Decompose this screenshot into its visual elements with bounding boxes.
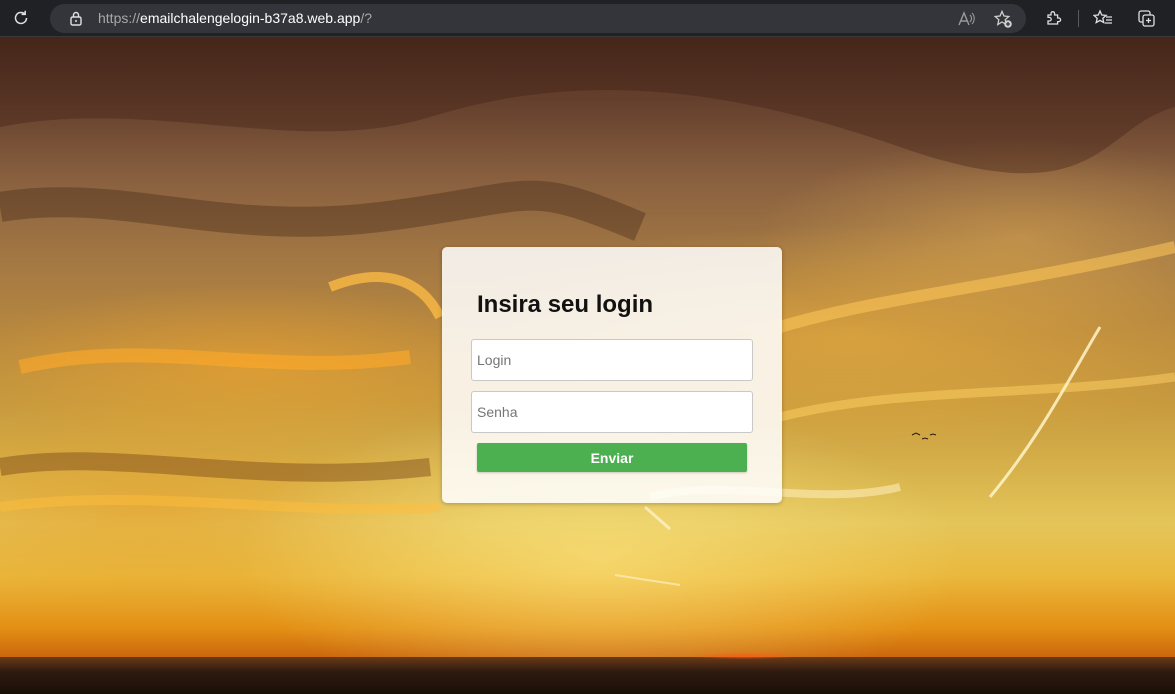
login-card: Insira seu login Enviar [442, 247, 782, 503]
url-text[interactable]: https://emailchalengelogin-b37a8.web.app… [98, 10, 372, 26]
login-title: Insira seu login [477, 291, 654, 318]
url-host: emailchalengelogin-b37a8.web.app [140, 10, 361, 26]
toolbar-divider [1078, 10, 1079, 27]
read-aloud-icon[interactable] [956, 9, 976, 29]
sun-reflection [690, 653, 800, 659]
login-input[interactable] [471, 339, 753, 381]
sea [0, 657, 1175, 694]
favorites-icon[interactable] [1093, 8, 1113, 28]
extensions-icon[interactable] [1044, 8, 1064, 28]
address-bar[interactable]: https://emailchalengelogin-b37a8.web.app… [50, 4, 1026, 33]
url-path: /? [360, 10, 372, 26]
submit-button[interactable]: Enviar [477, 443, 747, 472]
url-scheme: https:// [98, 10, 141, 26]
password-input[interactable] [471, 391, 753, 433]
collections-icon[interactable] [1137, 8, 1157, 28]
add-favorite-icon[interactable] [993, 9, 1013, 29]
browser-toolbar: https://emailchalengelogin-b37a8.web.app… [0, 0, 1175, 37]
lock-icon[interactable] [68, 10, 84, 27]
refresh-icon[interactable] [11, 8, 31, 28]
